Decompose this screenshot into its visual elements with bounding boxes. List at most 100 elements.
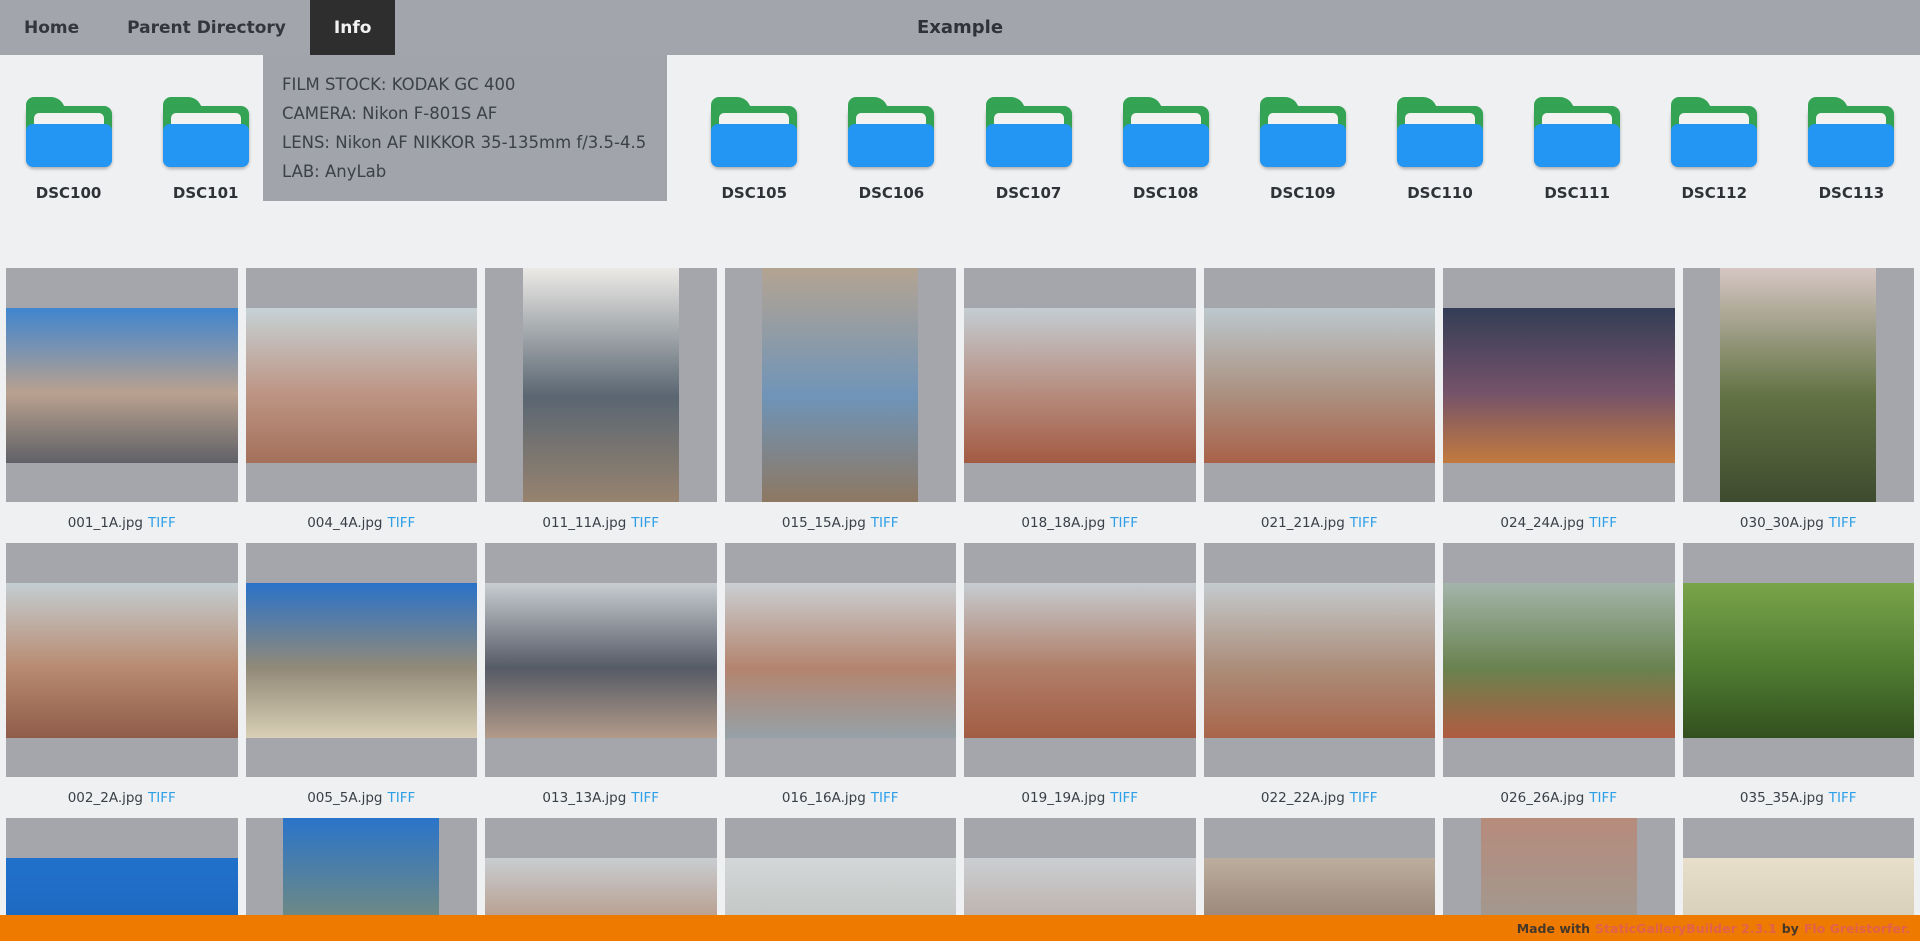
gallery-cell: 035_35A.jpgTIFF [1683,543,1915,818]
photo-placeholder [6,583,238,738]
photo-filename: 001_1A.jpg [68,515,143,531]
photo-caption: 022_22A.jpg TIFF [1204,777,1436,818]
tiff-link[interactable]: TIFF [1110,515,1138,531]
photo-thumbnail[interactable] [964,543,1196,777]
photo-placeholder [523,268,679,502]
photo-caption: 021_21A.jpgTIFF [1204,502,1436,543]
footer: Made with StaticGalleryBuilder 2.3.1 by … [0,915,1920,941]
photo-thumbnail[interactable] [6,543,238,777]
photo-filename: 019_19A.jpg [1021,790,1105,806]
author-link[interactable]: Flo Greistorfer. [1804,921,1910,936]
photo-caption: 026_26A.jpgTIFF [1443,777,1675,818]
photo-filename: 022_22A.jpg [1261,790,1345,806]
folder-label: DSC111 [1544,184,1610,202]
folder-item-dsc100[interactable]: DSC100 [0,97,137,202]
navbar: Home Parent Directory Info Example [0,0,1920,55]
footer-made-with: Made with [1517,921,1590,936]
gallery-cell: 030_30A.jpgTIFF [1683,268,1915,543]
tiff-link[interactable]: TIFF [631,515,659,531]
photo-thumbnail[interactable] [485,543,717,777]
nav-item-info[interactable]: Info [310,0,396,55]
photo-placeholder [1683,583,1915,738]
tooltip-line-camera: CAMERA: Nikon F-801S AF [282,99,648,128]
folder-icon [986,97,1072,169]
photo-thumbnail[interactable] [1443,268,1675,502]
folder-icon [1123,97,1209,169]
builder-link[interactable]: StaticGalleryBuilder 2.3.1 [1595,921,1777,936]
gallery-cell: 002_2A.jpg TIFF [6,543,238,818]
photo-thumbnail[interactable] [964,268,1196,502]
photo-caption: 011_11A.jpgTIFF [485,502,717,543]
tiff-link[interactable]: TIFF [148,790,176,806]
gallery-cell: 001_1A.jpg TIFF [6,268,238,543]
tiff-link[interactable]: TIFF [871,790,899,806]
photo-filename: 002_2A.jpg [68,790,143,806]
folder-item-dsc101[interactable]: DSC101 [137,97,274,202]
photo-caption: 030_30A.jpgTIFF [1683,502,1915,543]
gallery-cell: 019_19A.jpg TIFF [964,543,1196,818]
tiff-link[interactable]: TIFF [388,790,416,806]
photo-filename: 018_18A.jpg [1021,515,1105,531]
photo-placeholder [246,583,478,738]
folder-icon [711,97,797,169]
folder-label: DSC105 [721,184,787,202]
photo-thumbnail[interactable] [1683,268,1915,502]
folder-item-dsc113[interactable]: DSC113 [1783,97,1920,202]
photo-caption: 019_19A.jpg TIFF [964,777,1196,818]
page-title: Example [917,0,1003,55]
photo-filename: 024_24A.jpg [1500,515,1584,531]
photo-caption: 024_24A.jpg TIFF [1443,502,1675,543]
tooltip-line-lens: LENS: Nikon AF NIKKOR 35-135mm f/3.5-4.5 [282,128,648,157]
folder-item-dsc109[interactable]: DSC109 [1234,97,1371,202]
folder-item-dsc112[interactable]: DSC112 [1646,97,1783,202]
photo-thumbnail[interactable] [725,543,957,777]
tiff-link[interactable]: TIFF [1589,790,1617,806]
photo-thumbnail[interactable] [1204,543,1436,777]
folder-item-dsc108[interactable]: DSC108 [1097,97,1234,202]
folder-label: DSC107 [996,184,1062,202]
photo-placeholder [964,308,1196,463]
tiff-link[interactable]: TIFF [871,515,899,531]
photo-thumbnail[interactable] [6,268,238,502]
gallery-cell: 004_4A.jpgTIFF [246,268,478,543]
folder-item-dsc106[interactable]: DSC106 [823,97,960,202]
gallery-cell: 011_11A.jpgTIFF [485,268,717,543]
folder-icon [1397,97,1483,169]
folder-label: DSC106 [859,184,925,202]
photo-thumbnail[interactable] [1443,543,1675,777]
tiff-link[interactable]: TIFF [1829,790,1857,806]
gallery-cell: 018_18A.jpg TIFF [964,268,1196,543]
gallery-cell: 024_24A.jpg TIFF [1443,268,1675,543]
tiff-link[interactable]: TIFF [1110,790,1138,806]
folder-item-dsc105[interactable]: DSC105 [686,97,823,202]
photo-placeholder [1443,308,1675,463]
tiff-link[interactable]: TIFF [1350,515,1378,531]
gallery-cell: 021_21A.jpgTIFF [1204,268,1436,543]
photo-thumbnail[interactable] [485,268,717,502]
photo-placeholder [1720,268,1876,502]
folder-icon [1671,97,1757,169]
tiff-link[interactable]: TIFF [1829,515,1857,531]
photo-thumbnail[interactable] [1204,268,1436,502]
photo-grid: 001_1A.jpgTIFF004_4A.jpgTIFF011_11A.jpgT… [0,260,1920,941]
folder-item-dsc107[interactable]: DSC107 [960,97,1097,202]
folder-label: DSC110 [1407,184,1473,202]
folder-item-dsc110[interactable]: DSC110 [1371,97,1508,202]
photo-caption: 035_35A.jpgTIFF [1683,777,1915,818]
photo-filename: 013_13A.jpg [542,790,626,806]
tiff-link[interactable]: TIFF [148,515,176,531]
tiff-link[interactable]: TIFF [1589,515,1617,531]
folder-icon [26,97,112,169]
tiff-link[interactable]: TIFF [631,790,659,806]
folder-item-dsc111[interactable]: DSC111 [1509,97,1646,202]
photo-thumbnail[interactable] [1683,543,1915,777]
photo-thumbnail[interactable] [725,268,957,502]
photo-filename: 015_15A.jpg [782,515,866,531]
photo-thumbnail[interactable] [246,268,478,502]
nav-item-parent-directory[interactable]: Parent Directory [103,0,310,55]
nav-item-home[interactable]: Home [0,0,103,55]
tiff-link[interactable]: TIFF [1350,790,1378,806]
photo-caption: 018_18A.jpg TIFF [964,502,1196,543]
tiff-link[interactable]: TIFF [388,515,416,531]
photo-thumbnail[interactable] [246,543,478,777]
